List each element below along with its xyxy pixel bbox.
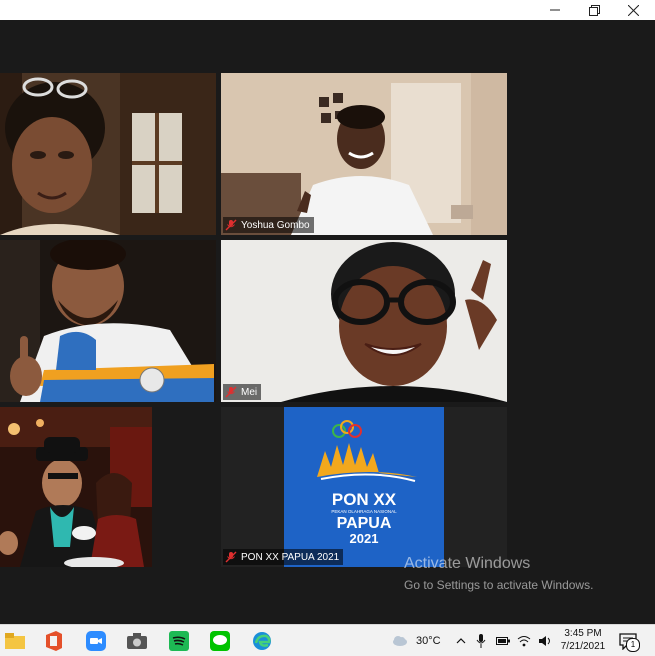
weather-widget[interactable]: 30°C bbox=[392, 625, 441, 656]
participant-name-tag: Mei bbox=[223, 384, 262, 400]
chevron-up-icon[interactable] bbox=[456, 636, 466, 646]
participant-name-tag: PON XX PAPUA 2021 bbox=[223, 549, 344, 565]
camera-icon bbox=[127, 632, 147, 649]
office-button[interactable] bbox=[38, 627, 68, 654]
video-tile[interactable] bbox=[0, 240, 216, 402]
notification-badge: 1 bbox=[626, 638, 640, 652]
video-gallery: Yoshua Gombo Mei PON XX PEKAN OLAHRAGA N… bbox=[0, 20, 655, 624]
video-tile[interactable]: Yoshua Gombo bbox=[221, 73, 507, 235]
volume-icon[interactable] bbox=[538, 635, 552, 647]
microphone-icon[interactable] bbox=[476, 633, 486, 648]
participant-video bbox=[0, 407, 152, 567]
logo-region: PAPUA bbox=[336, 515, 392, 532]
file-explorer-icon bbox=[5, 632, 25, 649]
close-button[interactable] bbox=[614, 0, 652, 20]
zoom-button[interactable] bbox=[81, 627, 111, 654]
video-tile[interactable]: PON XX PEKAN OLAHRAGA NASIONAL PAPUA 202… bbox=[221, 407, 507, 567]
edge-button[interactable] bbox=[247, 627, 277, 654]
logo-title: PON XX bbox=[331, 490, 397, 509]
taskbar: 30°C 3:45 PM 7/21/2021 1 bbox=[0, 624, 655, 656]
wifi-icon[interactable] bbox=[517, 635, 531, 647]
watermark-subtitle: Go to Settings to activate Windows. bbox=[404, 578, 594, 592]
participant-video bbox=[0, 73, 216, 235]
participant-name: Mei bbox=[241, 386, 258, 398]
file-explorer-button[interactable] bbox=[0, 627, 30, 654]
notification-center-button[interactable]: 1 bbox=[614, 627, 642, 654]
video-tile[interactable]: Mei bbox=[221, 240, 507, 402]
participant-name: Yoshua Gombo bbox=[241, 219, 310, 231]
restore-button[interactable] bbox=[575, 0, 613, 20]
video-tile[interactable] bbox=[0, 407, 152, 567]
clock-time: 3:45 PM bbox=[564, 628, 602, 639]
mic-off-icon bbox=[225, 219, 237, 231]
participant-video bbox=[221, 73, 507, 235]
participant-name: PON XX PAPUA 2021 bbox=[241, 551, 340, 563]
restore-icon bbox=[588, 4, 600, 16]
minimize-icon bbox=[550, 9, 560, 11]
activate-windows-watermark: Activate Windows Go to Settings to activ… bbox=[404, 555, 593, 593]
cloud-icon bbox=[393, 635, 407, 646]
clock[interactable]: 3:45 PM 7/21/2021 bbox=[556, 627, 610, 653]
close-icon bbox=[627, 4, 639, 16]
clock-date: 7/21/2021 bbox=[560, 641, 606, 652]
battery-icon[interactable] bbox=[496, 636, 510, 646]
participant-video bbox=[221, 240, 507, 402]
participant-video bbox=[0, 240, 216, 402]
minimize-button[interactable] bbox=[536, 0, 574, 20]
watermark-title: Activate Windows bbox=[404, 555, 531, 572]
weather-temp: 30°C bbox=[416, 634, 441, 647]
mic-off-icon bbox=[225, 386, 237, 398]
system-tray bbox=[456, 625, 552, 656]
zoom-icon bbox=[86, 630, 106, 651]
office-icon bbox=[46, 630, 62, 651]
participant-name-tag: Yoshua Gombo bbox=[223, 217, 314, 233]
edge-icon bbox=[253, 631, 271, 650]
line-icon bbox=[210, 630, 230, 651]
spotify-button[interactable] bbox=[164, 627, 194, 654]
mic-off-icon bbox=[225, 551, 237, 563]
video-tile[interactable] bbox=[0, 73, 216, 235]
spotify-icon bbox=[169, 630, 189, 651]
line-button[interactable] bbox=[205, 627, 235, 654]
logo-text: PON XX PEKAN OLAHRAGA NASIONAL PAPUA 202… bbox=[284, 491, 444, 546]
logo-year: 2021 bbox=[349, 531, 379, 546]
camera-button[interactable] bbox=[122, 627, 152, 654]
title-bar bbox=[0, 0, 655, 20]
